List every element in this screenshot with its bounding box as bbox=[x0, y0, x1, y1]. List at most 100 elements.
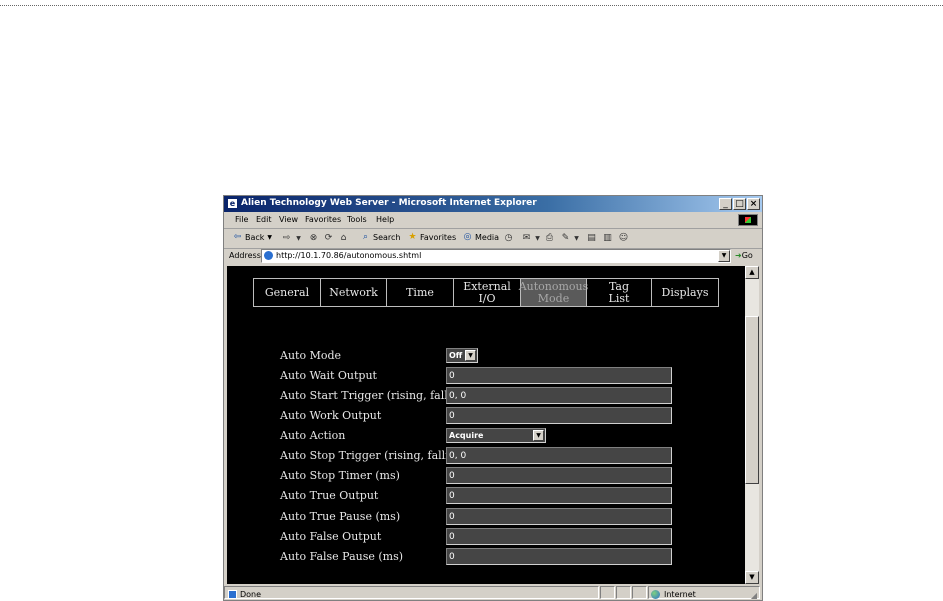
menu-file[interactable]: File bbox=[235, 215, 248, 224]
mail-icon[interactable]: ✉ bbox=[521, 233, 532, 244]
search-button[interactable]: ⌕ Search bbox=[360, 232, 401, 243]
favorites-label: Favorites bbox=[420, 233, 457, 242]
tab-external-io[interactable]: External I/O bbox=[453, 279, 520, 306]
auto-false-pause-label: Auto False Pause (ms) bbox=[280, 550, 404, 563]
auto-action-label: Auto Action bbox=[280, 429, 346, 442]
auto-wait-output-row: Auto Wait Output 0 bbox=[280, 367, 740, 384]
globe-icon bbox=[651, 590, 660, 599]
status-cell-3 bbox=[632, 586, 647, 599]
auto-wait-output-label: Auto Wait Output bbox=[280, 369, 377, 382]
tab-network[interactable]: Network bbox=[320, 279, 386, 306]
tab-time[interactable]: Time bbox=[386, 279, 453, 306]
stop-icon[interactable]: ⊗ bbox=[308, 233, 319, 244]
scroll-thumb[interactable] bbox=[745, 316, 759, 484]
minimize-button[interactable]: _ bbox=[719, 198, 732, 210]
mail-dropdown-icon[interactable]: ▼ bbox=[532, 233, 543, 244]
tab-displays[interactable]: Displays bbox=[651, 279, 718, 306]
auto-work-output-input[interactable]: 0 bbox=[446, 407, 672, 424]
maximize-icon: □ bbox=[735, 199, 744, 209]
research-icon[interactable]: ▥ bbox=[602, 233, 613, 244]
page-top-rule bbox=[0, 5, 943, 6]
auto-false-output-input[interactable]: 0 bbox=[446, 528, 672, 545]
search-label: Search bbox=[373, 233, 401, 242]
auto-action-row: Auto Action Acquire ▼ bbox=[280, 427, 740, 444]
menu-help[interactable]: Help bbox=[376, 215, 394, 224]
auto-action-select[interactable]: Acquire ▼ bbox=[446, 428, 546, 443]
auto-mode-select[interactable]: Off ▼ bbox=[446, 348, 478, 363]
media-button[interactable]: ◎ Media bbox=[462, 232, 499, 243]
address-input[interactable]: http://10.1.70.86/autonomous.shtml ▼ bbox=[261, 249, 731, 263]
back-dropdown-icon[interactable]: ▼ bbox=[267, 234, 272, 241]
browser-window: e Alien Technology Web Server - Microsof… bbox=[223, 195, 763, 601]
window-title: Alien Technology Web Server - Microsoft … bbox=[241, 198, 537, 208]
auto-action-value: Acquire bbox=[449, 431, 484, 440]
windows-logo-throbber bbox=[738, 214, 758, 226]
menu-edit[interactable]: Edit bbox=[256, 215, 272, 224]
menu-tools[interactable]: Tools bbox=[347, 215, 367, 224]
messenger-icon[interactable]: ☺ bbox=[618, 233, 629, 244]
forward-dropdown-icon[interactable]: ▼ bbox=[293, 233, 304, 244]
tab-general[interactable]: General bbox=[254, 279, 320, 306]
auto-stop-timer-label: Auto Stop Timer (ms) bbox=[280, 469, 400, 482]
zone-text: Internet bbox=[664, 590, 696, 599]
favorites-button[interactable]: ★ Favorites bbox=[407, 232, 456, 243]
chevron-down-icon: ▼ bbox=[533, 430, 544, 441]
home-icon[interactable]: ⌂ bbox=[338, 233, 349, 244]
address-label: Address bbox=[229, 251, 261, 260]
auto-false-pause-row: Auto False Pause (ms) 0 bbox=[280, 548, 740, 565]
ie-app-icon[interactable]: e bbox=[227, 198, 238, 209]
favorites-icon: ★ bbox=[408, 232, 417, 242]
auto-stop-trigger-input[interactable]: 0, 0 bbox=[446, 447, 672, 464]
menu-view[interactable]: View bbox=[279, 215, 298, 224]
auto-false-output-label: Auto False Output bbox=[280, 530, 382, 543]
vertical-scrollbar[interactable]: ▲ ▼ bbox=[745, 266, 759, 584]
page-done-icon bbox=[228, 590, 237, 599]
scroll-down-button[interactable]: ▼ bbox=[745, 571, 759, 584]
menu-favorites[interactable]: Favorites bbox=[305, 215, 341, 224]
tab-autonomous-mode[interactable]: Autonomous Mode bbox=[519, 279, 588, 306]
auto-mode-value: Off bbox=[449, 351, 463, 360]
back-button[interactable]: ⇦ Back ▼ bbox=[232, 232, 272, 243]
auto-work-output-label: Auto Work Output bbox=[280, 409, 382, 422]
status-main-cell: Done bbox=[224, 586, 599, 599]
history-icon[interactable]: ◷ bbox=[503, 233, 514, 244]
close-button[interactable]: × bbox=[747, 198, 760, 210]
auto-true-output-input[interactable]: 0 bbox=[446, 487, 672, 504]
address-url: http://10.1.70.86/autonomous.shtml bbox=[276, 251, 422, 260]
auto-false-output-row: Auto False Output 0 bbox=[280, 528, 740, 545]
refresh-icon[interactable]: ⟳ bbox=[323, 233, 334, 244]
discuss-icon[interactable]: ▤ bbox=[586, 233, 597, 244]
auto-work-output-row: Auto Work Output 0 bbox=[280, 407, 740, 424]
auto-true-pause-input[interactable]: 0 bbox=[446, 508, 672, 525]
auto-stop-timer-input[interactable]: 0 bbox=[446, 467, 672, 484]
forward-arrow-icon[interactable]: ⇨ bbox=[281, 233, 292, 244]
auto-wait-output-input[interactable]: 0 bbox=[446, 367, 672, 384]
auto-mode-row: Auto Mode Off ▼ bbox=[280, 347, 740, 364]
edit-dropdown-icon[interactable]: ▼ bbox=[571, 233, 582, 244]
address-bar: Address http://10.1.70.86/autonomous.sht… bbox=[224, 249, 762, 264]
windows-logo-icon bbox=[745, 217, 751, 223]
auto-true-pause-row: Auto True Pause (ms) 0 bbox=[280, 508, 740, 525]
edit-icon[interactable]: ✎ bbox=[560, 233, 571, 244]
tab-tag-list[interactable]: Tag List bbox=[586, 279, 651, 306]
go-button[interactable]: ➜Go bbox=[735, 251, 753, 260]
auto-mode-label: Auto Mode bbox=[280, 349, 342, 362]
auto-stop-timer-row: Auto Stop Timer (ms) 0 bbox=[280, 467, 740, 484]
menu-bar: File Edit View Favorites Tools Help bbox=[224, 213, 762, 229]
search-icon: ⌕ bbox=[362, 232, 369, 242]
scroll-up-button[interactable]: ▲ bbox=[745, 266, 759, 279]
go-arrow-icon: ➜ bbox=[735, 251, 742, 260]
auto-false-pause-input[interactable]: 0 bbox=[446, 548, 672, 565]
print-icon[interactable]: ⎙ bbox=[544, 233, 555, 244]
page-icon bbox=[264, 251, 273, 260]
address-dropdown-icon[interactable]: ▼ bbox=[718, 250, 730, 262]
resize-grip-icon[interactable]: ◢ bbox=[751, 591, 757, 600]
auto-true-output-row: Auto True Output 0 bbox=[280, 487, 740, 504]
toolbar: ⇦ Back ▼ ⇨ ▼ ⊗ ⟳ ⌂ ⌕ Search ★ Favorites ◎ Med… bbox=[224, 229, 762, 249]
maximize-button[interactable]: □ bbox=[733, 198, 746, 210]
page-content: General Network Time External I/O Autono… bbox=[227, 266, 745, 584]
auto-true-output-label: Auto True Output bbox=[280, 489, 379, 502]
auto-start-trigger-input[interactable]: 0, 0 bbox=[446, 387, 672, 404]
auto-start-trigger-row: Auto Start Trigger (rising, falling) 0, … bbox=[280, 387, 740, 404]
status-cell-2 bbox=[616, 586, 631, 599]
